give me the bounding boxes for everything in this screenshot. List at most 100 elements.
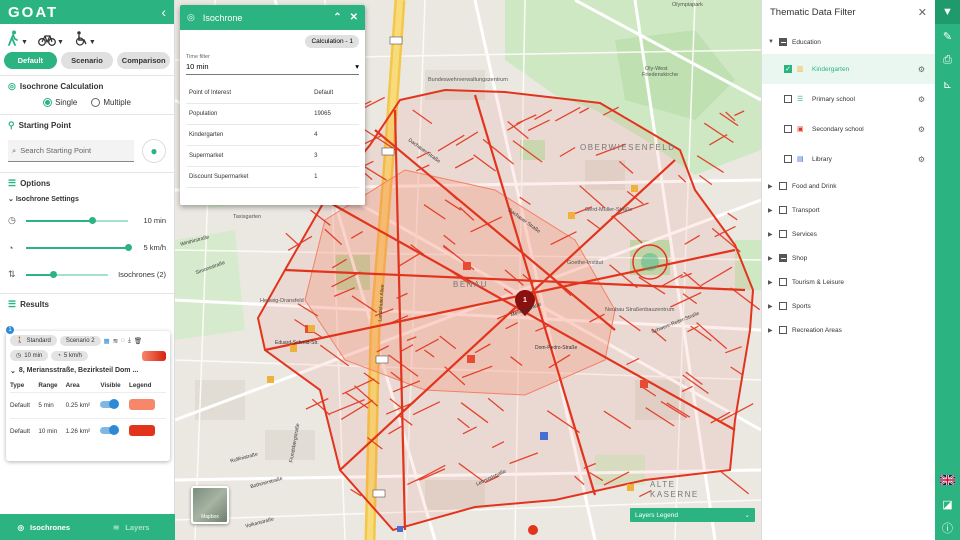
section-title: Results	[20, 300, 49, 309]
basemap-switcher[interactable]: Mapbox	[191, 486, 229, 524]
gear-icon[interactable]: ⚙	[918, 65, 925, 74]
eye-off-icon[interactable]: ◌	[121, 337, 125, 344]
tab-layers[interactable]: ≋ Layers	[88, 514, 176, 540]
primary-school-icon: ☰	[797, 96, 804, 103]
chevron-left-icon[interactable]: ‹	[161, 4, 166, 20]
table-icon[interactable]: ▦	[104, 337, 110, 345]
speed-slider-row: ◔ 5 km/h	[8, 234, 166, 261]
gear-icon[interactable]: ⚙	[918, 155, 925, 164]
chevron-down-icon: ▼	[768, 39, 774, 45]
filter-item-kindergarten[interactable]: ✓ ▥ Kindergarten ⚙	[762, 54, 935, 84]
filter-group-education[interactable]: ▼ Education	[762, 30, 935, 54]
cycling-mode-button[interactable]: ▼	[37, 30, 64, 46]
transport-checkbox[interactable]	[779, 206, 787, 214]
wheelchair-icon	[75, 31, 87, 46]
services-checkbox[interactable]	[779, 230, 787, 238]
walking-mode-button[interactable]: ▼	[6, 30, 28, 46]
map-icon[interactable]: ◪	[935, 492, 960, 516]
filter-group-services[interactable]: ▶ Services	[762, 222, 935, 246]
recreation-areas-checkbox[interactable]	[779, 326, 787, 334]
secondary-school-checkbox[interactable]	[784, 125, 792, 133]
map-label: OBERWIESENFELD	[580, 143, 676, 152]
library-checkbox[interactable]	[784, 155, 792, 163]
gear-icon[interactable]: ⚙	[918, 95, 925, 104]
search-starting-point-input[interactable]: ⌕ Search Starting Point	[8, 140, 134, 162]
map-label: Friedenskirche	[642, 72, 679, 78]
tab-isochrones[interactable]: ◎ Isochrones	[0, 514, 88, 540]
isochrone-settings-toggle[interactable]: ⌄ Isochrone Settings	[8, 189, 166, 207]
tourism-leisure-checkbox[interactable]	[779, 278, 787, 286]
legend-swatch[interactable]	[129, 425, 156, 436]
visibility-toggle[interactable]	[100, 425, 120, 435]
filter-group-sports[interactable]: ▶ Sports	[762, 294, 935, 318]
isochrone-count-slider-row: ⇅ Isochrones (2)	[8, 261, 166, 288]
chevron-up-icon[interactable]: ⌃	[333, 12, 341, 23]
comparison-button[interactable]: Comparison	[117, 52, 171, 69]
left-panel: GOAT ‹ ▼ ▼ ▼ Default Scenario Comparison…	[0, 0, 175, 540]
bicycle-icon	[37, 35, 56, 46]
walking-icon	[8, 30, 18, 46]
result-address[interactable]: ⌄ 8, Meriansstraße, Bezirksteil Dom ...	[10, 361, 166, 379]
filter-group-recreation-areas[interactable]: ▶ Recreation Areas	[762, 318, 935, 342]
result-card[interactable]: 🚶 Standard Scenario 2 ▦ ≋ ◌ ⤓ 🗑 ◷ 10 min ◔…	[6, 331, 170, 461]
legend-swatch[interactable]	[129, 399, 156, 410]
education-checkbox[interactable]	[779, 38, 787, 46]
filter-group-transport[interactable]: ▶ Transport	[762, 198, 935, 222]
list-icon: ☰	[8, 299, 17, 309]
default-button[interactable]: Default	[4, 52, 57, 69]
map-view[interactable]: 1 Olympiapark Bundeswehrverwaltungszentr…	[175, 0, 761, 540]
print-icon[interactable]: ⎙	[935, 48, 960, 72]
ruler-icon[interactable]: ⊾	[935, 72, 960, 96]
filter-item-primary-school[interactable]: ☰ Primary school ⚙	[762, 84, 935, 114]
filter-group-shop[interactable]: ▶ Shop	[762, 246, 935, 270]
filter-group-tourism-leisure[interactable]: ▶ Tourism & Leisure	[762, 270, 935, 294]
chevron-right-icon: ▶	[768, 279, 773, 286]
primary-school-checkbox[interactable]	[784, 95, 792, 103]
single-radio[interactable]: Single	[43, 98, 77, 107]
edit-icon[interactable]: ✎	[935, 24, 960, 48]
time-slider-row: ◷ 10 min	[8, 207, 166, 234]
section-title: Starting Point	[18, 121, 72, 130]
standard-chip[interactable]: 🚶 Standard	[10, 335, 57, 346]
time-slider[interactable]	[26, 216, 128, 224]
filter-item-secondary-school[interactable]: ▣ Secondary school ⚙	[762, 114, 935, 144]
list-icon: ☰	[8, 178, 17, 188]
poi-table: Point of Interest Default Population 19065…	[186, 83, 359, 188]
shop-checkbox[interactable]	[779, 254, 787, 262]
scenario-button[interactable]: Scenario	[60, 52, 114, 69]
info-icon[interactable]: ⓘ	[935, 516, 960, 540]
kindergarten-checkbox[interactable]: ✓	[784, 65, 792, 73]
visibility-toggle[interactable]	[100, 399, 120, 409]
isochrone-count-slider[interactable]	[26, 270, 108, 278]
close-icon[interactable]: ✕	[350, 12, 358, 23]
chevron-down-icon: ▼	[21, 39, 28, 46]
gear-icon[interactable]: ⚙	[918, 125, 925, 134]
speedometer-icon: ◔	[57, 352, 61, 359]
multiple-radio[interactable]: Multiple	[91, 98, 131, 107]
language-flag-icon[interactable]	[935, 468, 960, 492]
layers-icon[interactable]: ≋	[113, 337, 118, 345]
filter-group-food-and-drink[interactable]: ▶ Food and Drink	[762, 174, 935, 198]
map-label: Eduard-Schmid-Str.	[275, 340, 319, 346]
food-and-drink-checkbox[interactable]	[779, 182, 787, 190]
speedometer-icon: ◔	[8, 242, 14, 253]
color-legend-bar[interactable]	[142, 350, 166, 361]
scenario-chip[interactable]: Scenario 2	[59, 335, 101, 346]
time-filter-select[interactable]: 10 min ▾	[186, 60, 359, 75]
filter-item-library[interactable]: ▤ Library ⚙	[762, 144, 935, 174]
speed-slider[interactable]	[26, 243, 132, 251]
sports-checkbox[interactable]	[779, 302, 787, 310]
pick-location-button[interactable]: ●	[142, 139, 166, 163]
layers-legend-button[interactable]: Layers Legend ⌄	[630, 508, 755, 522]
download-icon[interactable]: ⤓	[128, 337, 131, 345]
wheelchair-mode-button[interactable]: ▼	[74, 30, 96, 46]
delete-icon[interactable]: 🗑	[134, 337, 142, 345]
chevron-down-icon: ⌄	[744, 512, 750, 519]
section-title: Isochrone Calculation	[19, 82, 104, 91]
clock-icon: ◷	[16, 353, 22, 359]
calculation-chip[interactable]: Calculation - 1	[305, 35, 359, 48]
filter-icon[interactable]: ▼	[935, 0, 960, 24]
isochrone-popup-title: Isochrone	[202, 12, 243, 23]
isochrone-icon: ◎	[8, 81, 16, 91]
close-icon[interactable]: ✕	[918, 6, 927, 19]
